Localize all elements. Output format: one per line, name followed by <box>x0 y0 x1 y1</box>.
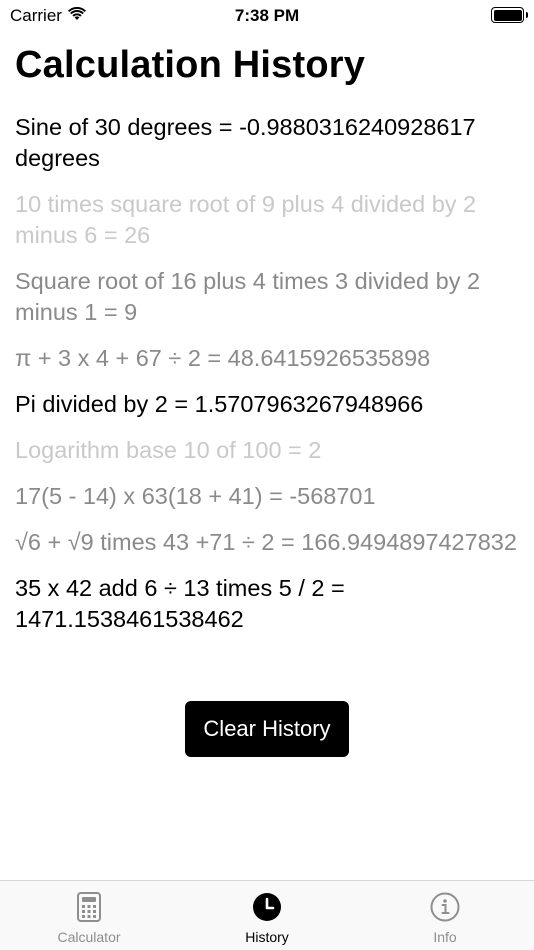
tab-label-info: Info <box>433 929 457 945</box>
tab-info[interactable]: Info <box>356 881 534 950</box>
clear-history-button[interactable]: Clear History <box>185 701 349 757</box>
tab-history[interactable]: History <box>178 881 356 950</box>
battery-icon <box>491 7 528 23</box>
history-item: Square root of 16 plus 4 times 3 divided… <box>15 268 481 325</box>
history-item: 17(5 - 14) x 63(18 + 41) = -568701 <box>15 483 376 509</box>
page-title: Calculation History <box>15 44 366 86</box>
tab-calculator[interactable]: Calculator <box>0 881 178 950</box>
calculator-icon <box>73 891 105 923</box>
history-item: 10 times square root of 9 plus 4 divided… <box>15 191 477 248</box>
status-time: 7:38 PM <box>234 6 300 25</box>
history-item: Pi divided by 2 = 1.5707963267948966 <box>15 391 424 417</box>
tab-label-history: History <box>245 929 289 945</box>
history-item: Logarithm base 10 of 100 = 2 <box>15 437 322 463</box>
history-item: √6 + √9 times 43 +71 ÷ 2 = 166.949489742… <box>15 529 517 555</box>
clear-history-container: Clear History <box>0 701 534 757</box>
status-bar: Carrier 7:38 PM <box>0 0 534 32</box>
info-icon <box>429 891 461 923</box>
clock-icon <box>251 891 283 923</box>
history-item: Sine of 30 degrees = -0.9880316240928617… <box>15 114 476 171</box>
tab-bar: Calculator History Info <box>0 880 534 950</box>
history-item: 35 x 42 add 6 ÷ 13 times 5 / 2 = 1471.15… <box>15 575 345 632</box>
history-list: Sine of 30 degrees = -0.9880316240928617… <box>15 112 519 650</box>
tab-label-calculator: Calculator <box>57 929 121 945</box>
history-item: π + 3 x 4 + 67 ÷ 2 = 48.6415926535898 <box>15 345 431 371</box>
